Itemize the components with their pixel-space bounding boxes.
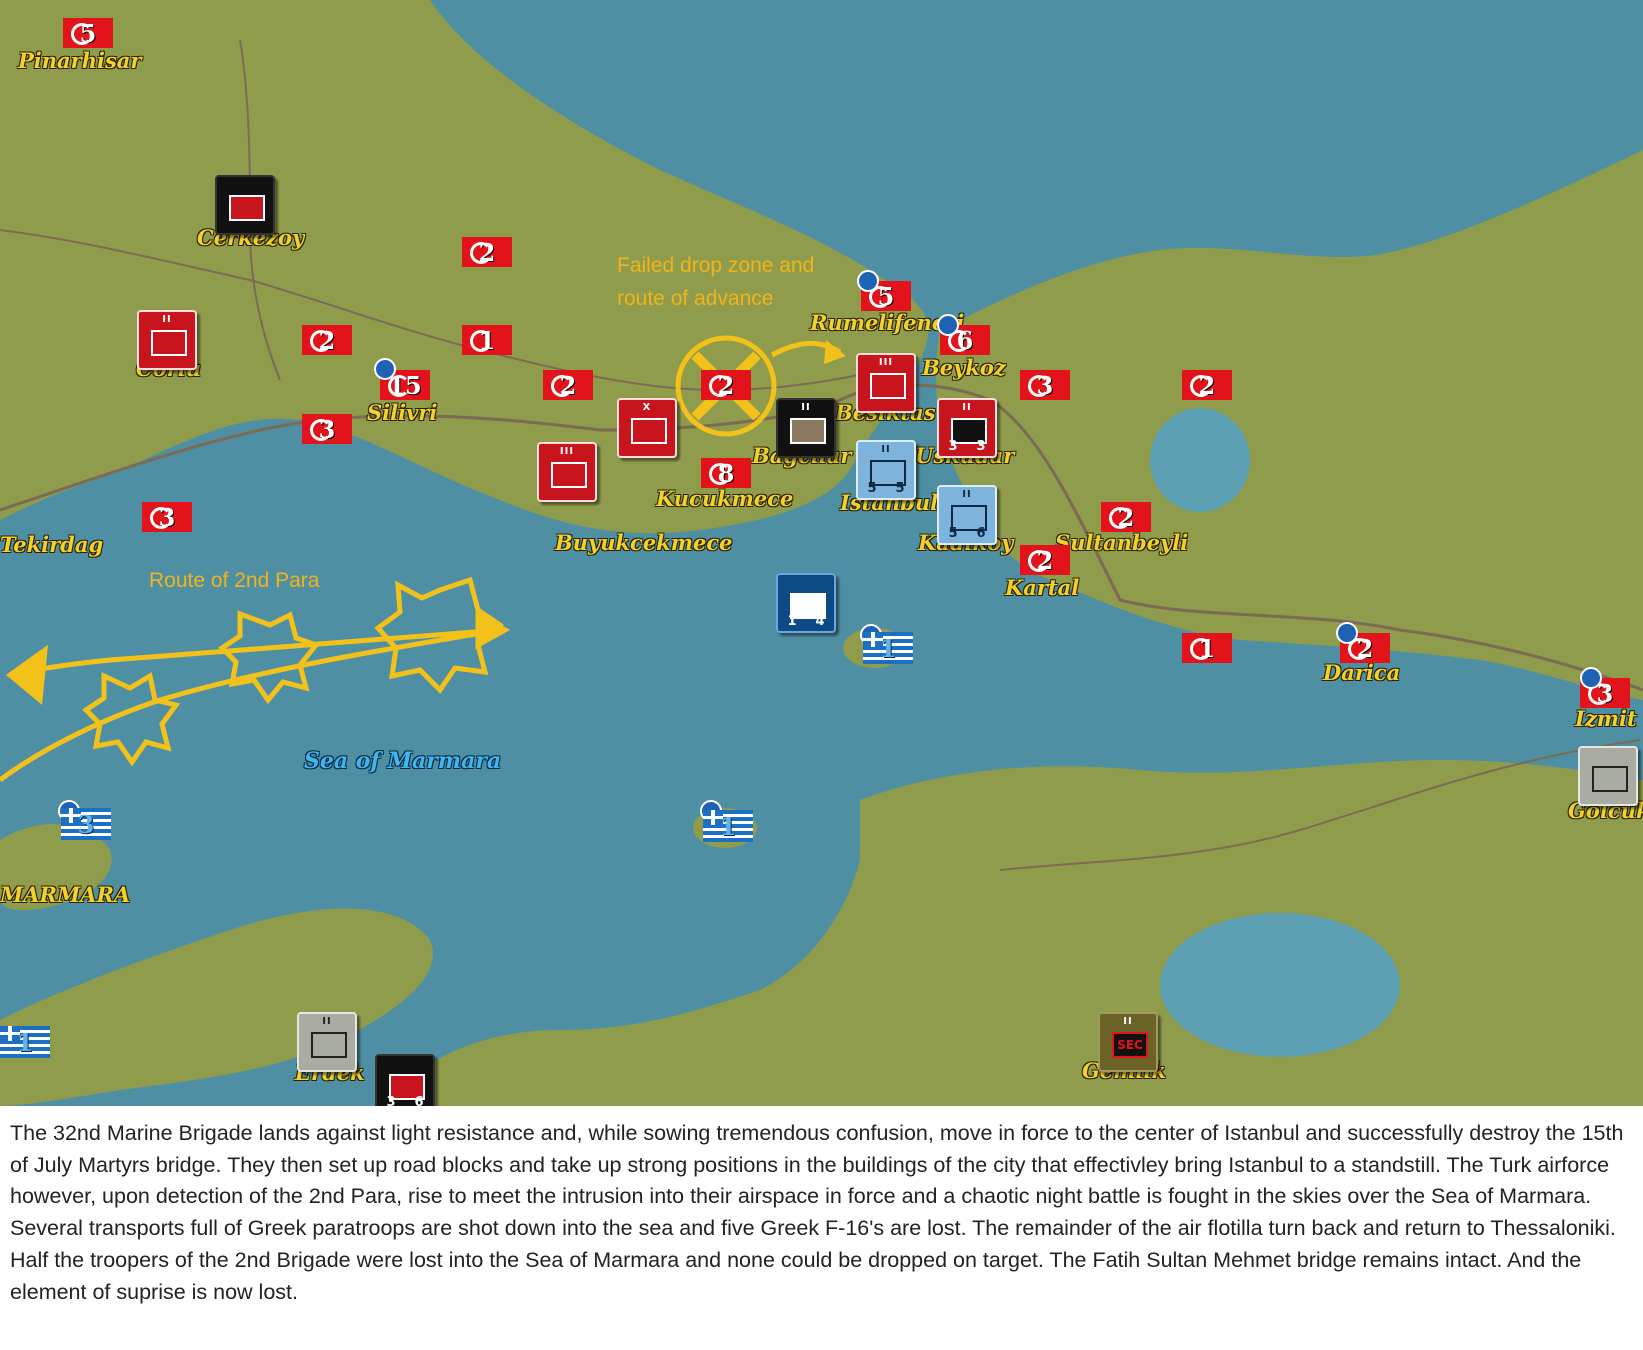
turkish-garrison[interactable]: 3 bbox=[142, 502, 192, 532]
turkish-garrison[interactable]: 2 bbox=[1182, 370, 1232, 400]
turkish-hq-unit[interactable]: X bbox=[617, 398, 677, 458]
neutral-armor-unit[interactable] bbox=[1578, 746, 1638, 806]
port-icon bbox=[937, 314, 959, 336]
artillery-icon bbox=[311, 1032, 347, 1058]
port-icon bbox=[857, 270, 879, 292]
lake-sapanca bbox=[1150, 408, 1250, 512]
turkish-armor-reserve-unit[interactable]: II bbox=[776, 398, 836, 458]
turkish-garrison[interactable]: 2 bbox=[302, 325, 352, 355]
greek-garrison[interactable]: 3 bbox=[61, 808, 111, 840]
turkish-motorized-unit[interactable]: III bbox=[537, 442, 597, 502]
para-route-annotation: Route of 2nd Para bbox=[149, 569, 320, 592]
turkish-garrison[interactable]: 3 bbox=[302, 414, 352, 444]
drop-zone-annotation: Failed drop zone and route of advance bbox=[617, 254, 815, 310]
city-beykoz: Beykoz bbox=[922, 355, 1006, 380]
city-buyukcekmece: Buyukcekmece bbox=[555, 530, 733, 555]
map-terrain bbox=[0, 0, 1643, 1106]
armor-icon bbox=[151, 330, 187, 356]
greek-naval-unit[interactable]: 14 bbox=[776, 573, 836, 633]
security-icon: SEC bbox=[1112, 1032, 1148, 1058]
aircraft-icon bbox=[229, 195, 265, 221]
turkish-garrison[interactable]: 3 bbox=[1020, 370, 1070, 400]
armor-icon bbox=[1592, 766, 1628, 792]
turkish-garrison[interactable]: 2 bbox=[1101, 502, 1151, 532]
port-icon bbox=[1336, 622, 1358, 644]
city-marmara: MARMARA bbox=[0, 882, 131, 907]
turkish-garrison[interactable]: 2 bbox=[1020, 545, 1070, 575]
port-icon bbox=[374, 358, 396, 380]
armor-icon bbox=[790, 418, 826, 444]
armor-icon bbox=[870, 373, 906, 399]
narrative-caption: The 32nd Marine Brigade lands against li… bbox=[0, 1106, 1643, 1350]
turkish-air-unit[interactable]: 36 bbox=[375, 1054, 435, 1106]
strategic-map[interactable]: Pinarhisar Cerkezoy Corlu Silivri Tekird… bbox=[0, 0, 1643, 1106]
neutral-artillery-unit[interactable]: II bbox=[297, 1012, 357, 1072]
greek-marine-unit[interactable]: II 55 bbox=[856, 440, 916, 500]
turkish-garrison[interactable]: 2 bbox=[462, 237, 512, 267]
caption-text: The 32nd Marine Brigade lands against li… bbox=[10, 1121, 1624, 1304]
turkish-garrison[interactable]: 8 bbox=[701, 458, 751, 488]
greek-marine-unit[interactable]: II 56 bbox=[937, 485, 997, 545]
turkish-garrison[interactable]: 2 bbox=[543, 370, 593, 400]
city-sultanbeyli: Sultanbeyli bbox=[1055, 530, 1189, 555]
city-silivri: Silivri bbox=[367, 400, 438, 425]
truck-icon bbox=[551, 462, 587, 488]
turkish-garrison[interactable]: 2 bbox=[701, 370, 751, 400]
turkish-garrison[interactable]: 1 bbox=[1182, 633, 1232, 663]
security-unit[interactable]: II SEC bbox=[1098, 1012, 1158, 1072]
city-izmit: Izmit bbox=[1575, 706, 1637, 731]
turkish-armor-unit[interactable]: III bbox=[856, 353, 916, 413]
turkish-air-unit[interactable] bbox=[215, 175, 275, 235]
city-tekirdag: Tekirdag bbox=[0, 532, 104, 557]
city-darica: Darica bbox=[1323, 660, 1401, 685]
turkish-garrison[interactable]: 1 bbox=[462, 325, 512, 355]
city-kartal: Kartal bbox=[1005, 575, 1080, 600]
city-pinarhisar: Pinarhisar bbox=[18, 48, 142, 73]
greek-garrison[interactable]: 1 bbox=[0, 1026, 50, 1058]
city-kucukmece: Kucukmece bbox=[656, 486, 794, 511]
greek-garrison[interactable]: 1 bbox=[863, 632, 913, 664]
turkish-air-defense-unit[interactable]: II 33 bbox=[937, 398, 997, 458]
hq-icon bbox=[631, 418, 667, 444]
sea-of-marmara-label: Sea of Marmara bbox=[304, 748, 502, 774]
greek-garrison[interactable]: 1 bbox=[703, 810, 753, 842]
lake-iznik bbox=[1160, 913, 1400, 1057]
turkish-garrison[interactable]: 5 bbox=[63, 18, 113, 48]
turkish-armor-unit[interactable]: II bbox=[137, 310, 197, 370]
port-icon bbox=[1580, 667, 1602, 689]
